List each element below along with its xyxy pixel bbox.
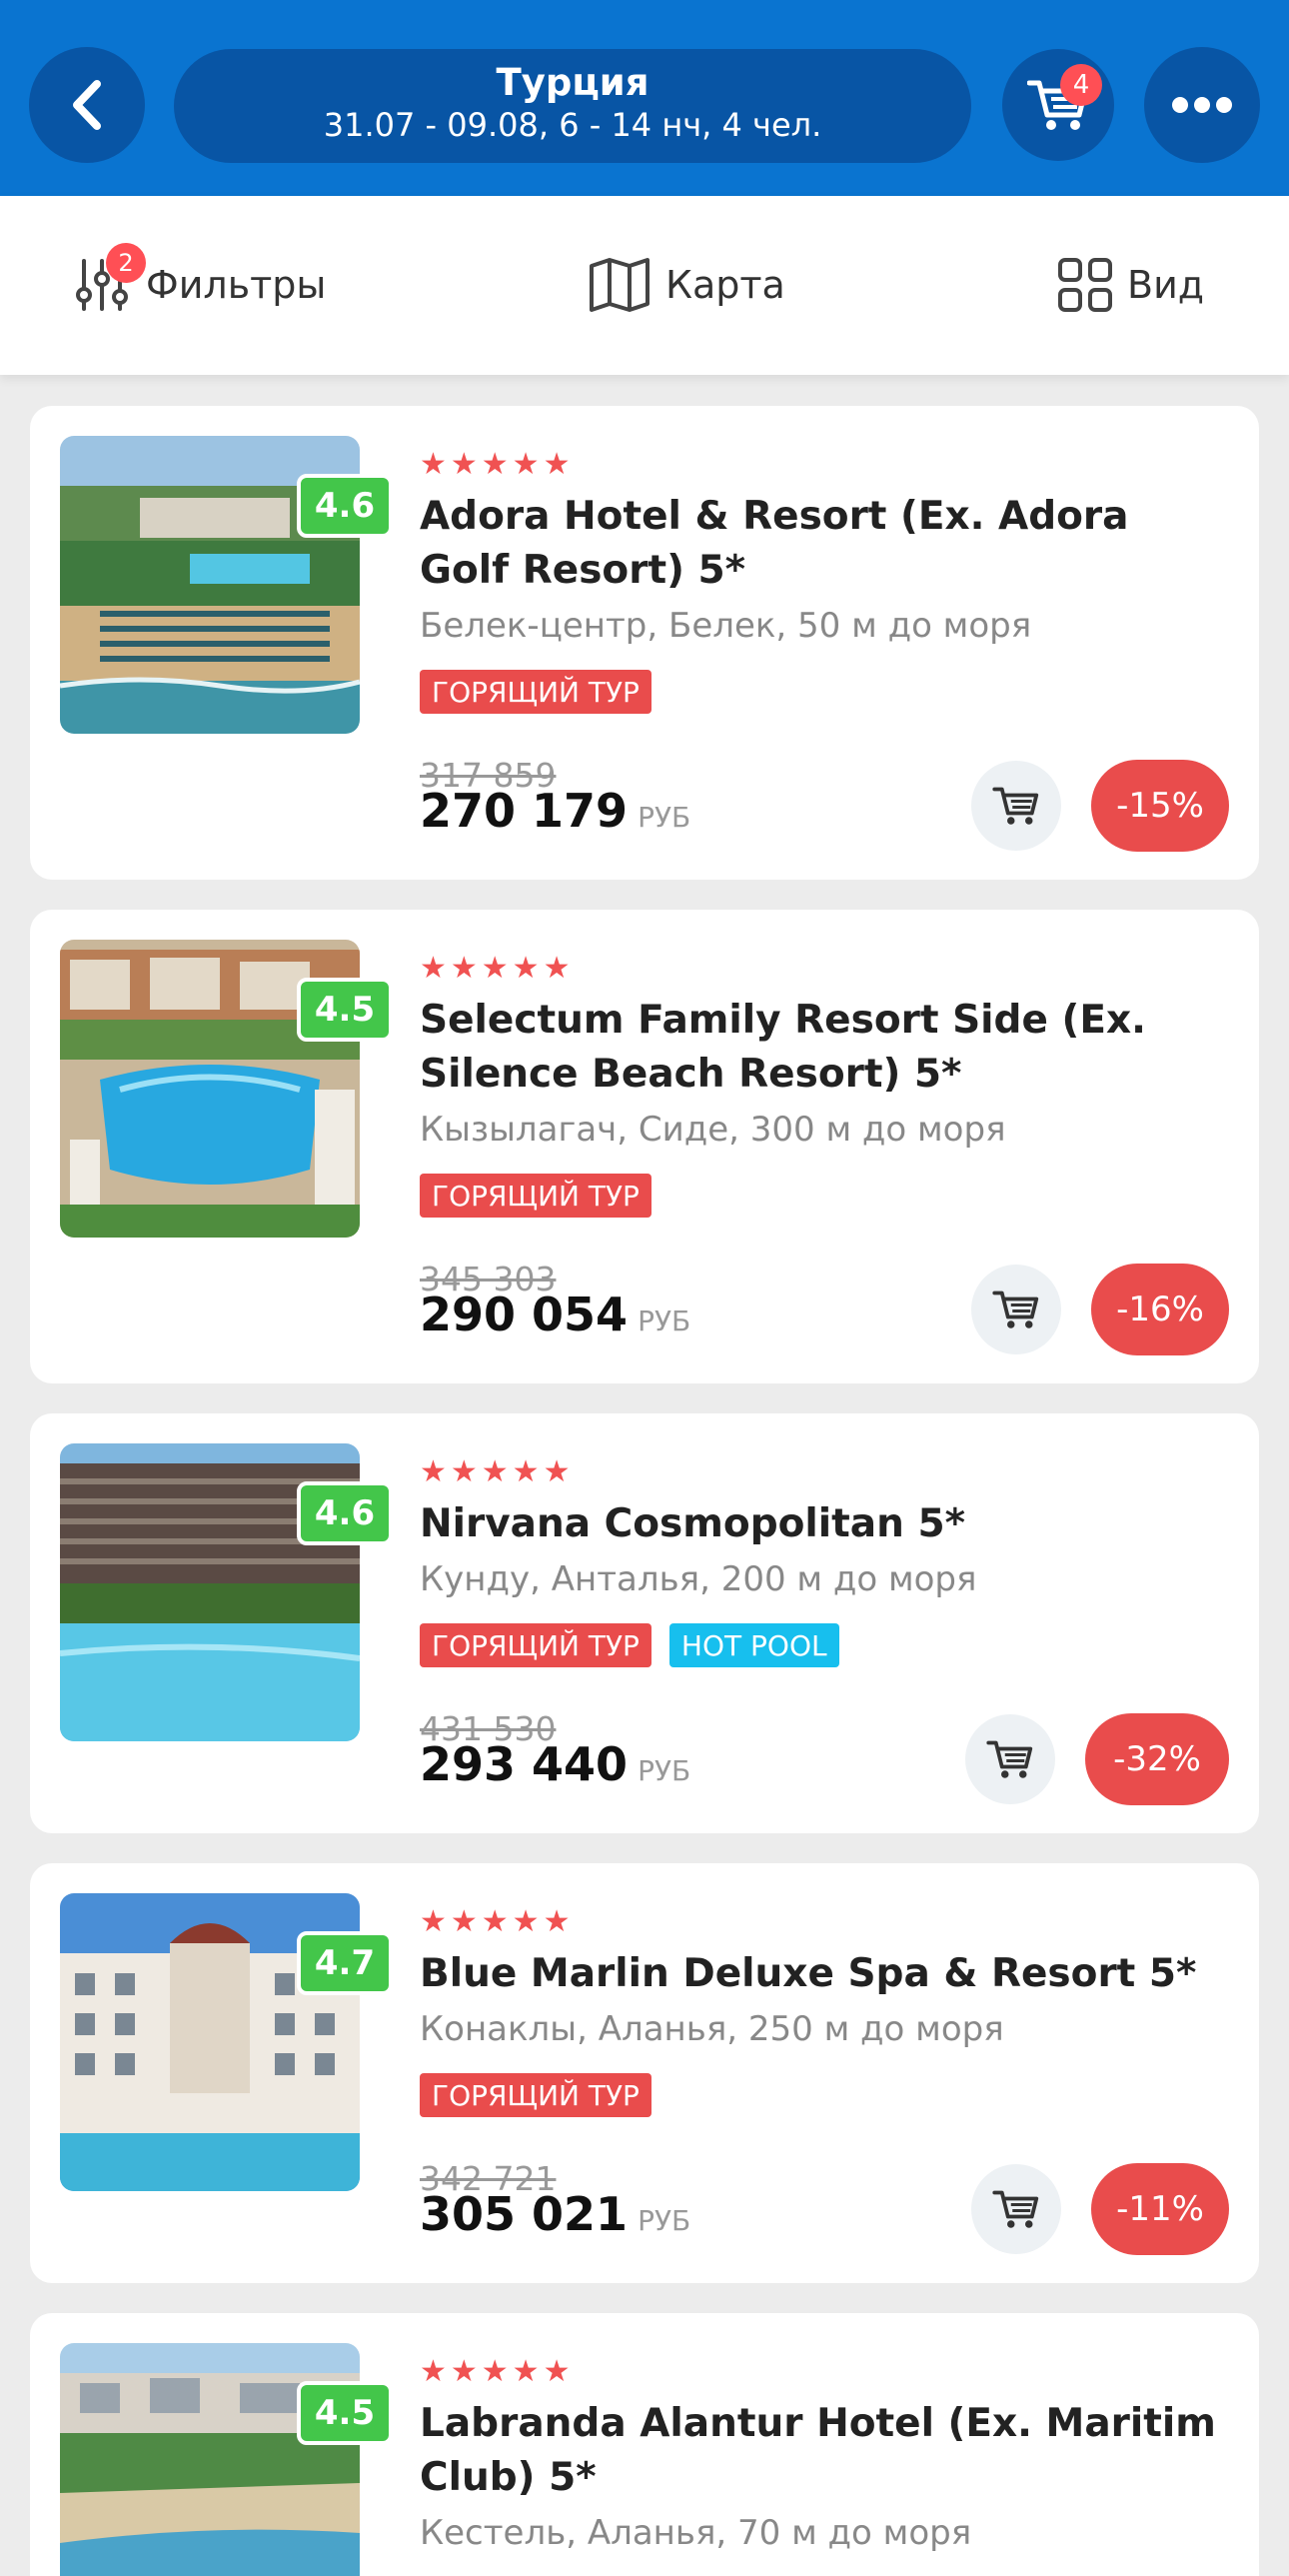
hotel-name[interactable]: Nirvana Cosmopolitan 5*	[420, 1497, 1219, 1551]
hotel-name[interactable]: Blue Marlin Deluxe Spa & Resort 5*	[420, 1947, 1219, 2001]
currency: РУБ	[638, 1304, 691, 1337]
map-label: Карта	[665, 263, 785, 307]
hotel-name[interactable]: Labranda Alantur Hotel (Ex. Maritim Club…	[420, 2397, 1219, 2505]
hotel-card[interactable]: 4.6 ★★★★★ Nirvana Cosmopolitan 5* Кунду,…	[30, 1413, 1259, 1833]
rating-badge: 4.5	[297, 978, 393, 1042]
cart-icon	[986, 1740, 1033, 1778]
rating-badge: 4.6	[297, 1481, 393, 1545]
view-button[interactable]: Вид	[1057, 252, 1204, 318]
discount-badge: -15%	[1091, 760, 1229, 852]
add-to-cart-button[interactable]	[971, 761, 1061, 851]
price-row: 290 054 РУБ	[420, 1288, 690, 1341]
hotel-location: Кестель, Аланья, 70 м до моря	[420, 2513, 972, 2553]
more-dots-icon	[1169, 97, 1235, 113]
rating-badge: 4.5	[297, 2381, 393, 2445]
hotel-location: Белек-центр, Белек, 50 м до моря	[420, 606, 1032, 646]
rating-badge: 4.6	[297, 474, 393, 538]
discount-badge: -16%	[1091, 1264, 1229, 1355]
hot-tour-tag: ГОРЯЩИЙ ТУР	[420, 1174, 651, 1218]
star-rating: ★★★★★	[420, 1454, 575, 1489]
hot-tour-tag: ГОРЯЩИЙ ТУР	[420, 2073, 651, 2117]
tag-list: ГОРЯЩИЙ ТУР	[420, 670, 669, 714]
search-details: 31.07 - 09.08, 6 - 14 нч, 4 чел.	[323, 106, 822, 144]
price-row: 270 179 РУБ	[420, 784, 690, 838]
current-price: 290 054	[420, 1288, 629, 1341]
cart-icon	[992, 2190, 1039, 2228]
rating-badge: 4.7	[297, 1931, 393, 1995]
star-rating: ★★★★★	[420, 951, 575, 986]
back-button[interactable]	[29, 47, 145, 163]
hot-pool-tag: HOT POOL	[668, 1623, 839, 1667]
hotel-card[interactable]: 4.7 ★★★★★ Blue Marlin Deluxe Spa & Resor…	[30, 1863, 1259, 2283]
tag-list: ГОРЯЩИЙ ТУР	[420, 1174, 669, 1218]
map-button[interactable]: Карта	[588, 252, 785, 318]
back-arrow-icon	[73, 80, 101, 130]
filters-count-badge: 2	[106, 243, 146, 283]
discount-badge: -32%	[1085, 1713, 1229, 1805]
currency: РУБ	[638, 2204, 691, 2237]
price-row: 293 440 РУБ	[420, 1737, 690, 1791]
hotel-card[interactable]: 4.5 ★★★★★ Labranda Alantur Hotel (Ex. Ma…	[30, 2313, 1259, 2576]
hotel-photo	[60, 2343, 360, 2576]
hotel-location: Кызылагач, Сиде, 300 м до моря	[420, 1110, 1006, 1150]
hotel-name[interactable]: Adora Hotel & Resort (Ex. Adora Golf Res…	[420, 490, 1219, 598]
currency: РУБ	[638, 801, 691, 834]
view-label: Вид	[1127, 263, 1205, 307]
star-rating: ★★★★★	[420, 1904, 575, 1939]
hotel-card[interactable]: 4.5 ★★★★★ Selectum Family Resort Side (E…	[30, 910, 1259, 1383]
add-to-cart-button[interactable]	[971, 2164, 1061, 2254]
hot-tour-tag: ГОРЯЩИЙ ТУР	[420, 670, 651, 714]
current-price: 305 021	[420, 2187, 629, 2241]
filter-bar: Фильтры 2 Карта Вид	[0, 196, 1289, 375]
add-to-cart-button[interactable]	[971, 1265, 1061, 1354]
search-summary[interactable]: Турция 31.07 - 09.08, 6 - 14 нч, 4 чел.	[174, 49, 971, 163]
current-price: 293 440	[420, 1737, 629, 1791]
map-icon	[590, 258, 649, 312]
cart-button[interactable]	[1002, 49, 1114, 161]
filters-label: Фильтры	[146, 263, 327, 307]
cart-icon	[992, 787, 1039, 825]
star-rating: ★★★★★	[420, 447, 575, 482]
discount-badge: -11%	[1091, 2163, 1229, 2255]
current-price: 270 179	[420, 784, 629, 838]
add-to-cart-button[interactable]	[965, 1714, 1055, 1804]
tag-list: ГОРЯЩИЙ ТУР	[420, 2073, 669, 2117]
price-row: 305 021 РУБ	[420, 2187, 690, 2241]
tag-list: ГОРЯЩИЙ ТУР HOT POOL	[420, 1623, 857, 1667]
hotel-location: Конаклы, Аланья, 250 м до моря	[420, 2009, 1004, 2049]
top-bar: Турция 31.07 - 09.08, 6 - 14 нч, 4 чел. …	[0, 0, 1289, 196]
hotel-card[interactable]: 4.6 ★★★★★ Adora Hotel & Resort (Ex. Ador…	[30, 406, 1259, 880]
more-button[interactable]	[1144, 47, 1260, 163]
cart-count-badge: 4	[1060, 64, 1102, 106]
search-destination: Турция	[496, 61, 649, 104]
hotel-location: Кунду, Анталья, 200 м до моря	[420, 1559, 977, 1599]
hotel-name[interactable]: Selectum Family Resort Side (Ex. Silence…	[420, 994, 1219, 1102]
hot-tour-tag: ГОРЯЩИЙ ТУР	[420, 1623, 651, 1667]
star-rating: ★★★★★	[420, 2354, 575, 2389]
cart-icon	[992, 1290, 1039, 1328]
currency: РУБ	[638, 1754, 691, 1787]
grid-view-icon	[1058, 258, 1112, 312]
